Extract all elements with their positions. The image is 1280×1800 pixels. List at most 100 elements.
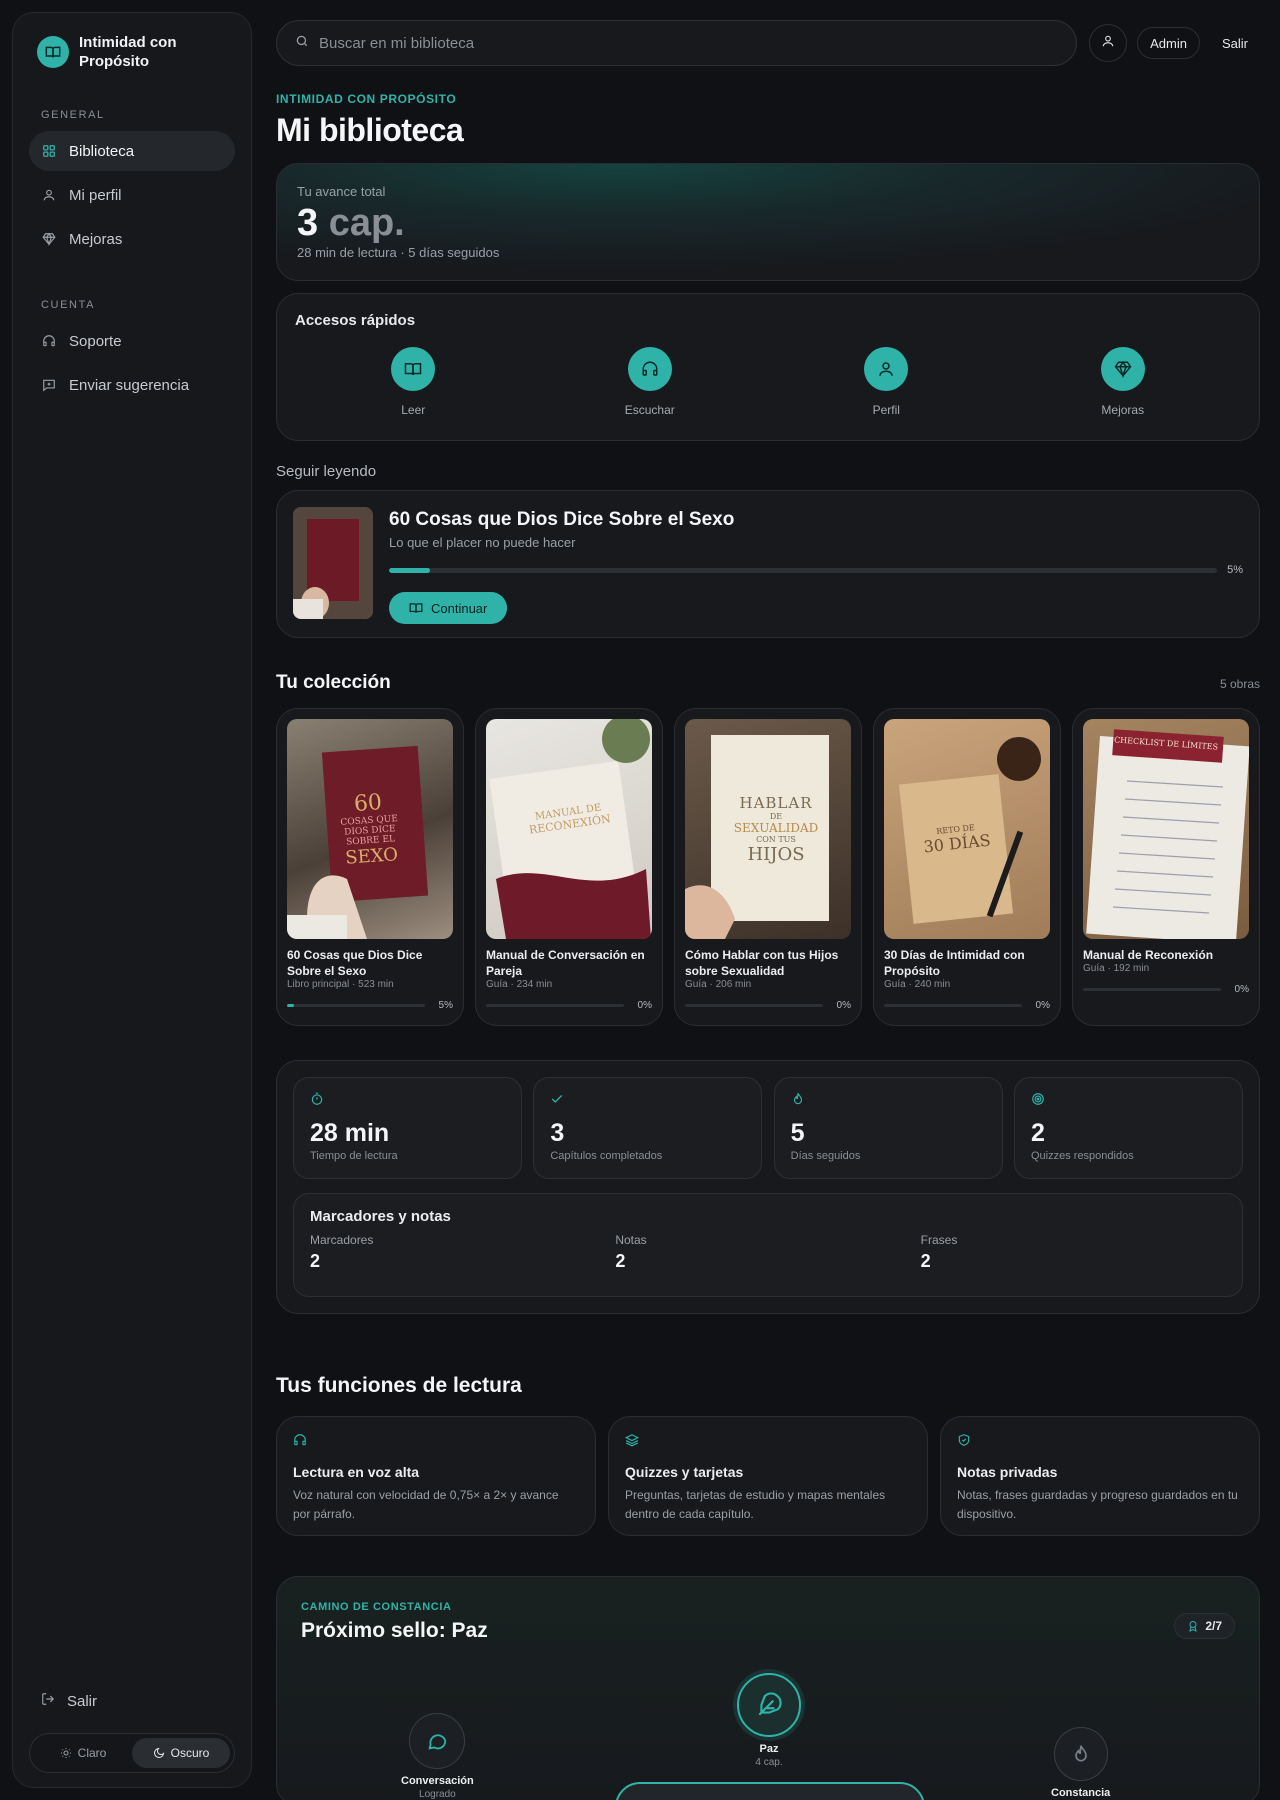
timer-icon bbox=[310, 1092, 324, 1110]
diamond-icon bbox=[1100, 347, 1145, 391]
stat-value: 28 min bbox=[310, 1119, 390, 1147]
stats-row: 28 min Tiempo de lectura 3 Capítulos com… bbox=[293, 1077, 1243, 1179]
logout-button[interactable]: Salir bbox=[1210, 36, 1260, 51]
stat-label: Quizzes respondidos bbox=[1030, 1150, 1134, 1162]
notes-col-phrases: Frases 2 bbox=[921, 1233, 1226, 1272]
flame-icon bbox=[1053, 1727, 1108, 1781]
quick-label: Perfil bbox=[872, 403, 900, 417]
stat-quizzes: 2 Quizzes respondidos bbox=[1013, 1077, 1243, 1179]
continue-info: 60 Cosas que Dios Dice Sobre el Sexo Lo … bbox=[389, 507, 1243, 624]
path-node-paz[interactable]: Paz 4 cap. bbox=[737, 1673, 801, 1768]
sidebar-item-label: Biblioteca bbox=[69, 142, 135, 160]
cover-line: HABLAR bbox=[739, 793, 813, 812]
continue-reading-card: 60 Cosas que Dios Dice Sobre el Sexo Lo … bbox=[276, 490, 1260, 638]
sidebar-logout-button[interactable]: Salir bbox=[29, 1681, 235, 1721]
continue-button-label: Continuar bbox=[431, 600, 488, 616]
quick-read-button[interactable]: Leer bbox=[295, 347, 532, 417]
search-input[interactable] bbox=[319, 34, 1059, 52]
book-card[interactable]: 60 COSAS QUE DIOS DICE SOBRE EL SEXO 60 … bbox=[276, 708, 464, 1026]
book-meta: Guía · 234 min bbox=[486, 979, 553, 990]
book-card[interactable]: MANUAL DE RECONEXIÓN Manual de Conversac… bbox=[475, 708, 663, 1026]
path-action-button[interactable] bbox=[615, 1782, 925, 1800]
book-progress-pct: 0% bbox=[637, 1000, 652, 1011]
book-progress-bar bbox=[685, 1004, 823, 1007]
bookmarks-notes-box[interactable]: Marcadores y notas Marcadores 2 Notas 2 Fr… bbox=[293, 1193, 1243, 1297]
continue-progress: 5% bbox=[389, 564, 1243, 576]
book-progress: 5% bbox=[287, 1000, 453, 1011]
book-progress-pct: 5% bbox=[438, 1000, 453, 1011]
path-node-status: Logrado bbox=[419, 1789, 456, 1800]
sidebar-item-label: Mi perfil bbox=[69, 186, 122, 204]
quick-access-title: Accesos rápidos bbox=[295, 312, 416, 329]
stat-chapters: 3 Capítulos completados bbox=[533, 1077, 763, 1179]
theme-dark-label: Oscuro bbox=[170, 1746, 210, 1760]
notes-col-bookmarks: Marcadores 2 bbox=[310, 1233, 615, 1272]
theme-dark-button[interactable]: Oscuro bbox=[132, 1738, 230, 1768]
notes-col-notes: Notas 2 bbox=[615, 1233, 920, 1272]
book-title: Cómo Hablar con tus Hijos sobre Sexualid… bbox=[685, 948, 839, 978]
path-title: Próximo sello: Paz bbox=[301, 1619, 488, 1642]
theme-light-button[interactable]: Claro bbox=[34, 1738, 132, 1768]
search-icon bbox=[295, 34, 309, 53]
stat-value: 3 bbox=[550, 1119, 565, 1147]
admin-button[interactable]: Admin bbox=[1137, 27, 1200, 59]
sidebar-item-mejoras[interactable]: Mejoras bbox=[29, 219, 235, 259]
quick-profile-button[interactable]: Perfil bbox=[768, 347, 1005, 417]
chat-icon bbox=[409, 1713, 466, 1769]
path-node-conversacion[interactable]: Conversación Logrado bbox=[401, 1713, 474, 1800]
cover-big: SEXO bbox=[344, 844, 399, 869]
book-progress-bar bbox=[287, 1004, 425, 1007]
logout-icon bbox=[41, 1692, 55, 1710]
book-card[interactable]: RETO DE 30 DÍAS 30 Días de Intimidad con… bbox=[873, 708, 1061, 1026]
brand[interactable]: Intimidad con Propósito bbox=[13, 13, 251, 91]
continue-progress-bar bbox=[389, 567, 1217, 573]
sidebar-bottom: Salir Claro Oscuro bbox=[29, 1681, 235, 1773]
sidebar-item-enviar-sugerencia[interactable]: Enviar sugerencia bbox=[29, 365, 235, 405]
user-icon bbox=[41, 187, 57, 203]
book-cover: HABLAR DE SEXUALIDAD CON TUS HIJOS bbox=[685, 719, 851, 939]
book-progress-bar bbox=[486, 1004, 624, 1007]
quick-access-row: Leer Escuchar Perfil Mejoras bbox=[295, 347, 1241, 417]
features-title: Tus funciones de lectura bbox=[276, 1374, 522, 1397]
book-card[interactable]: CHECKLIST DE LÍMITES Manual de Reconexió… bbox=[1072, 708, 1260, 1026]
stat-label: Días seguidos bbox=[790, 1150, 861, 1162]
feature-card-quizzes: Quizzes y tarjetas Preguntas, tarjetas d… bbox=[608, 1416, 928, 1536]
quick-label: Escuchar bbox=[624, 403, 675, 417]
sidebar-item-label: Mejoras bbox=[69, 230, 123, 248]
continue-button[interactable]: Continuar bbox=[389, 592, 508, 624]
book-icon bbox=[391, 347, 436, 391]
search-box[interactable] bbox=[276, 20, 1078, 66]
book-progress-bar bbox=[1083, 988, 1221, 991]
message-plus-icon bbox=[41, 377, 57, 393]
sidebar-item-label: Enviar sugerencia bbox=[69, 376, 190, 394]
diamond-icon bbox=[41, 231, 57, 247]
quick-listen-button[interactable]: Escuchar bbox=[532, 347, 769, 417]
profile-button[interactable] bbox=[1089, 24, 1128, 62]
book-meta: Guía · 192 min bbox=[1083, 963, 1150, 974]
feature-title: Quizzes y tarjetas bbox=[625, 1464, 744, 1480]
feather-icon bbox=[737, 1673, 801, 1737]
book-progress: 0% bbox=[486, 1000, 652, 1011]
book-open-icon bbox=[37, 36, 69, 68]
continue-book-cover[interactable] bbox=[293, 507, 373, 619]
section-label-cuenta: CUENTA bbox=[41, 299, 96, 311]
stat-value: 2 bbox=[1030, 1119, 1045, 1147]
sidebar-item-soporte[interactable]: Soporte bbox=[29, 321, 235, 361]
shield-check-icon bbox=[957, 1434, 971, 1451]
page-title: Mi biblioteca bbox=[276, 112, 464, 148]
sidebar-item-biblioteca[interactable]: Biblioteca bbox=[29, 131, 235, 171]
path-node-name: Paz bbox=[759, 1743, 779, 1755]
stat-streak: 5 Días seguidos bbox=[773, 1077, 1003, 1179]
path-node-name: Constancia bbox=[1051, 1787, 1111, 1799]
main-content: Admin Salir INTIMIDAD CON PROPÓSITO Mi b… bbox=[276, 0, 1260, 1800]
sidebar-item-label: Soporte bbox=[69, 332, 122, 350]
book-card[interactable]: HABLAR DE SEXUALIDAD CON TUS HIJOS Cómo … bbox=[674, 708, 862, 1026]
book-cover: MANUAL DE RECONEXIÓN bbox=[486, 719, 652, 939]
quick-upgrades-button[interactable]: Mejoras bbox=[1005, 347, 1242, 417]
path-node-constancia[interactable]: Constancia bbox=[1051, 1727, 1110, 1799]
book-meta: Guía · 240 min bbox=[884, 979, 951, 990]
path-node-name: Conversación bbox=[401, 1775, 474, 1787]
progress-value: 3 cap. bbox=[297, 201, 1239, 245]
sidebar-item-mi-perfil[interactable]: Mi perfil bbox=[29, 175, 235, 215]
book-progress-pct: 0% bbox=[836, 1000, 851, 1011]
